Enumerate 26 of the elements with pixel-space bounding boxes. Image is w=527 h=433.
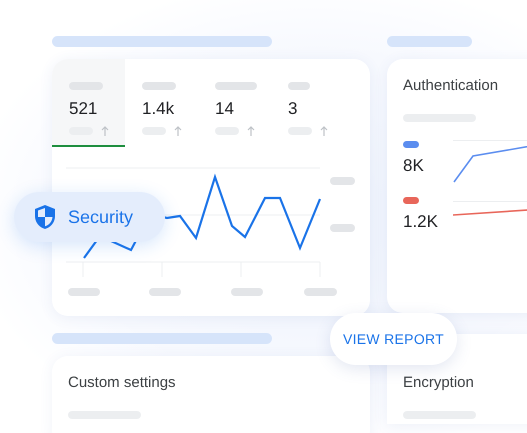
placeholder-bar xyxy=(68,288,100,296)
card-title: Encryption xyxy=(403,373,475,393)
chip-label: Security xyxy=(68,206,134,229)
placeholder-bar xyxy=(142,82,176,90)
stat-value: 1.2K xyxy=(403,212,439,232)
metric-tab[interactable]: 1.4k xyxy=(125,59,198,147)
stat-value: 8K xyxy=(403,156,425,177)
up-arrow-icon xyxy=(174,126,182,136)
view-report-button[interactable]: VIEW REPORT xyxy=(330,313,457,365)
metric-tab[interactable]: 14 xyxy=(198,59,271,147)
placeholder-bar xyxy=(330,177,355,185)
up-arrow-icon xyxy=(101,126,109,136)
security-chip[interactable]: Security xyxy=(14,192,165,242)
shield-icon xyxy=(34,204,56,230)
metric-tab[interactable]: 521 xyxy=(52,59,125,147)
up-arrow-icon xyxy=(247,126,255,136)
placeholder-bar xyxy=(215,82,257,90)
placeholder-bar xyxy=(330,224,355,232)
up-arrow-icon xyxy=(320,126,328,136)
placeholder-bar xyxy=(304,288,337,296)
metric-tab[interactable]: 3 xyxy=(271,59,344,147)
card-title: Authentication xyxy=(403,76,500,96)
placeholder-bar xyxy=(149,288,181,296)
placeholder-bar xyxy=(288,82,310,90)
placeholder-bar xyxy=(231,288,263,296)
card-title: Custom settings xyxy=(68,373,177,393)
